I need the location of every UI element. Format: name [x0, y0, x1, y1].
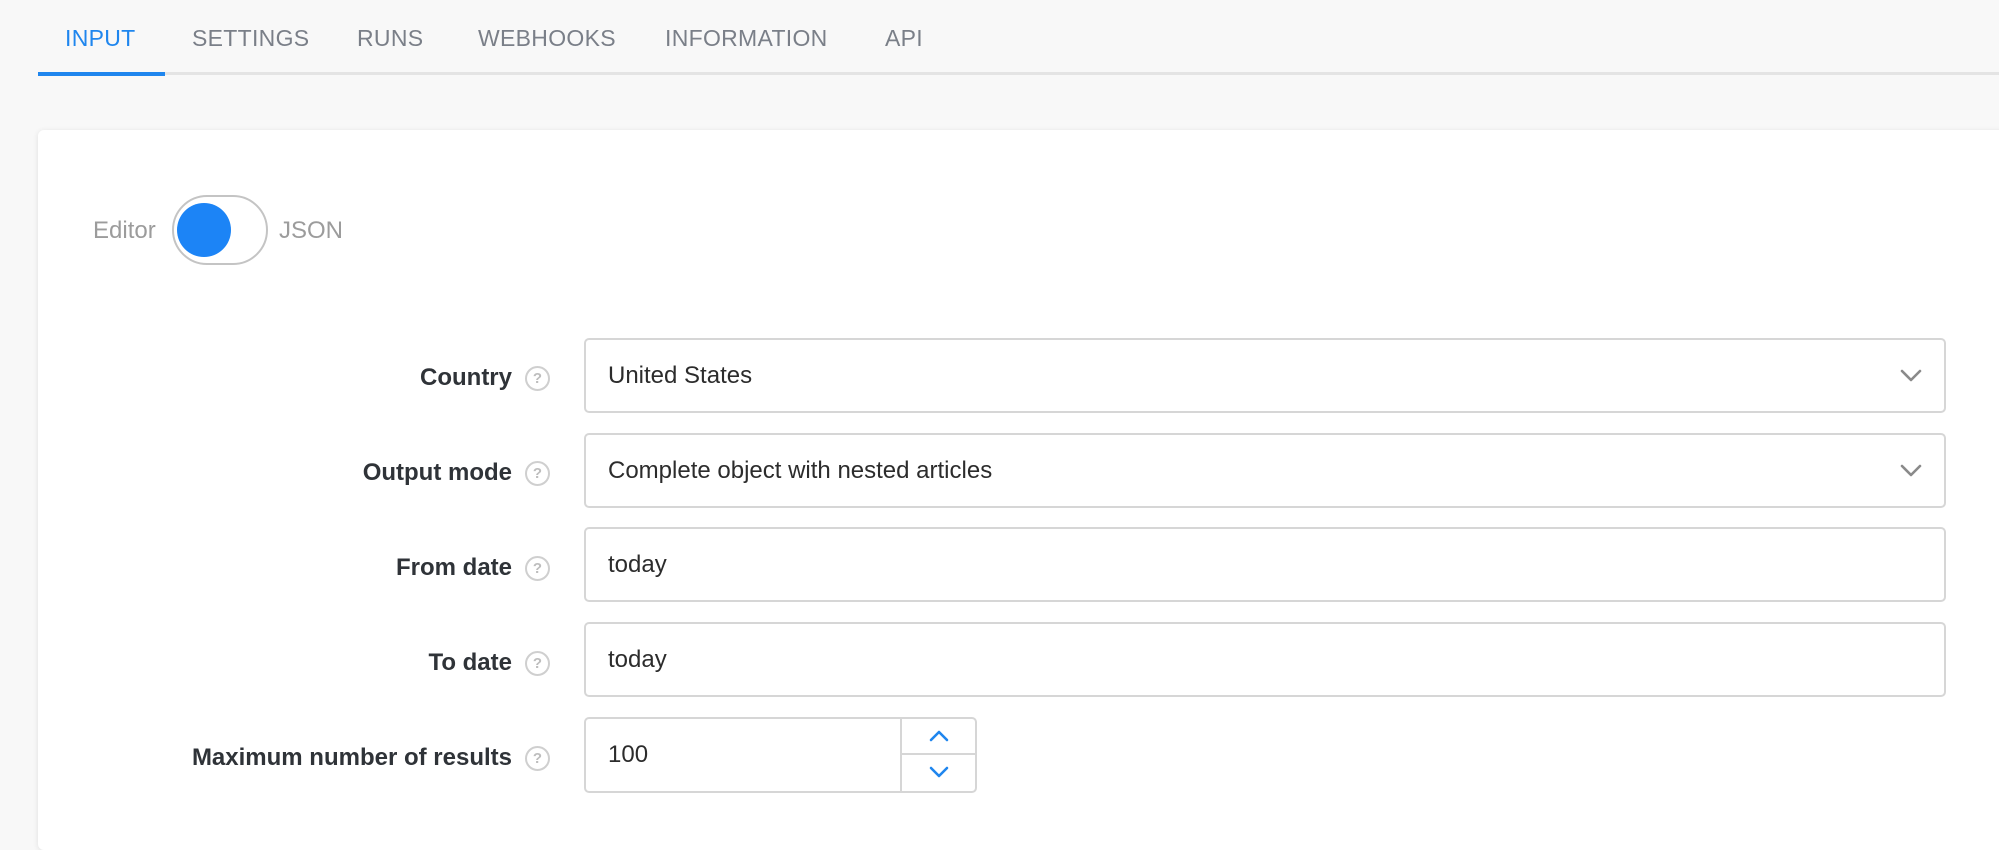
to-date-label: To date: [428, 649, 512, 676]
toggle-knob: [177, 203, 231, 257]
output-mode-select[interactable]: Complete object with nested articles: [584, 433, 1946, 508]
from-date-value: today: [608, 551, 667, 578]
tab-input[interactable]: INPUT: [65, 0, 136, 75]
step-down-button[interactable]: [902, 755, 975, 791]
tab-information[interactable]: INFORMATION: [665, 0, 828, 75]
max-results-value: 100: [608, 741, 649, 768]
active-tab-indicator: [38, 72, 165, 76]
output-mode-select-value: Complete object with nested articles: [608, 457, 993, 484]
tab-runs[interactable]: RUNS: [357, 0, 423, 75]
quantity-stepper: [900, 719, 975, 791]
tab-settings[interactable]: SETTINGS: [192, 0, 309, 75]
chevron-down-icon: [1900, 464, 1922, 477]
country-select[interactable]: United States: [584, 338, 1946, 413]
editor-json-toggle[interactable]: [172, 195, 268, 265]
tab-api[interactable]: API: [885, 0, 923, 75]
max-results-label: Maximum number of results: [191, 744, 512, 771]
help-circle-icon[interactable]: ?: [525, 366, 550, 391]
help-circle-icon[interactable]: ?: [525, 651, 550, 676]
country-label: Country: [420, 364, 512, 391]
to-date-value: today: [608, 646, 667, 673]
help-circle-icon[interactable]: ?: [525, 746, 550, 771]
to-date-input[interactable]: today: [584, 622, 1946, 697]
chevron-down-icon: [929, 766, 949, 778]
toggle-label-editor: Editor: [93, 217, 156, 244]
step-up-button[interactable]: [902, 719, 975, 755]
max-results-input[interactable]: 100: [584, 717, 977, 793]
from-date-label: From date: [395, 554, 512, 581]
toggle-label-json: JSON: [279, 217, 344, 244]
tab-webhooks[interactable]: WEBHOOKS: [478, 0, 616, 75]
chevron-up-icon: [929, 730, 949, 742]
from-date-input[interactable]: today: [584, 527, 1946, 602]
tab-bar: INPUT SETTINGS RUNS WEBHOOKS INFORMATION…: [38, 0, 1999, 76]
output-mode-label: Output mode: [362, 459, 512, 486]
country-select-value: United States: [608, 362, 753, 389]
chevron-down-icon: [1900, 369, 1922, 382]
help-circle-icon[interactable]: ?: [525, 461, 550, 486]
help-circle-icon[interactable]: ?: [525, 556, 550, 581]
